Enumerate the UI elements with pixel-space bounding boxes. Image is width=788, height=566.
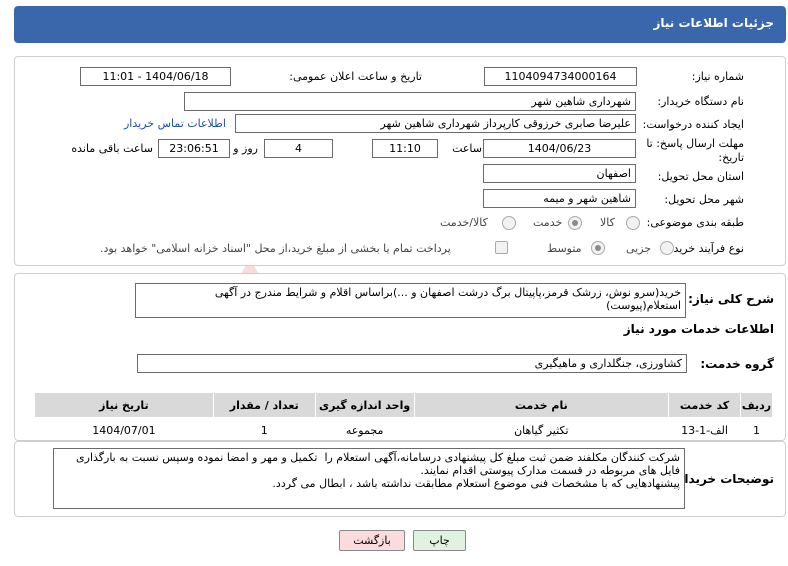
category-service-label: خدمت [533, 216, 563, 229]
requester-field: علیرضا صابری خرزوقی کارپرداز شهرداری شاه… [235, 114, 636, 133]
cell-code: الف-1-13 [668, 417, 741, 443]
cell-index: 1 [740, 417, 773, 443]
remaining-days-label: روز و [233, 142, 258, 155]
page-header: جزئیات اطلاعات نیاز [14, 6, 786, 43]
process-label: نوع فرآیند خرید : [666, 242, 744, 255]
deadline-time-field: 11:10 [372, 139, 438, 158]
province-field: اصفهان [483, 164, 636, 183]
page-title: جزئیات اطلاعات نیاز [653, 16, 774, 30]
col-header-qty: تعداد / مقدار [212, 392, 316, 418]
print-button[interactable]: چاپ [413, 530, 466, 551]
cell-date: 1404/07/01 [34, 417, 214, 443]
back-button[interactable]: بازگشت [339, 530, 405, 551]
city-field: شاهین شهر و میمه [483, 189, 636, 208]
service-group-field: کشاورزی، جنگلداری و ماهیگیری [137, 354, 687, 373]
announce-datetime-field: 1404/06/18 - 11:01 [80, 67, 231, 86]
category-label: طبقه بندی موضوعی: [646, 216, 744, 229]
deadline-date-field: 1404/06/23 [483, 139, 636, 158]
services-section-title: اطلاعات خدمات مورد نیاز [623, 322, 774, 336]
cell-name: تکثیر گیاهان [414, 417, 669, 443]
deadline-label: مهلت ارسال پاسخ: تا تاریخ: [646, 137, 744, 164]
requester-label: ایجاد کننده درخواست: [642, 118, 744, 131]
buyer-contact-link[interactable]: اطلاعات تماس خریدار [124, 117, 226, 130]
col-header-index: ردیف [740, 392, 773, 418]
treasury-payment-checkbox[interactable] [495, 241, 508, 254]
category-service-radio[interactable] [568, 216, 582, 230]
category-goods-service-label: کالا/خدمت [440, 216, 488, 229]
buyer-notes-label: توضیحات خریدار: [672, 472, 774, 486]
summary-text: خرید(سرو نوش، زرشک قرمز،پاپیتال برگ درشت… [135, 283, 686, 318]
process-medium-radio[interactable] [591, 241, 605, 255]
need-number-field: 1104094734000164 [484, 67, 637, 86]
category-goods-label: کالا [600, 216, 615, 229]
services-table-header: ردیف کد خدمت نام خدمت واحد اندازه گیری ت… [34, 392, 773, 418]
remaining-time-field: 23:06:51 [158, 139, 230, 158]
buyer-notes-text: شرکت کنندگان مکلفند ضمن ثبت مبلغ کل پیشن… [53, 448, 685, 509]
col-header-code: کد خدمت [668, 392, 742, 418]
province-label: استان محل تحویل: [657, 170, 744, 183]
cell-qty: 1 [213, 417, 316, 443]
col-header-name: نام خدمت [413, 392, 670, 418]
table-row: 1 الف-1-13 تکثیر گیاهان مجموعه 1 1404/07… [34, 417, 773, 443]
col-header-unit: واحد اندازه گیری [314, 392, 415, 418]
col-header-date: تاریخ نیاز [34, 392, 214, 418]
process-minor-label: جزیی [626, 242, 652, 255]
remaining-days-field: 4 [264, 139, 333, 158]
need-number-label: شماره نیاز: [691, 70, 744, 83]
summary-label: شرح کلی نیاز: [688, 292, 774, 306]
announce-label: تاریخ و ساعت اعلان عمومی: [289, 70, 422, 83]
process-minor-radio[interactable] [660, 241, 674, 255]
category-goods-radio[interactable] [626, 216, 640, 230]
remaining-time-label: ساعت باقی مانده [71, 142, 153, 155]
city-label: شهر محل تحویل: [664, 193, 744, 206]
services-table: ردیف کد خدمت نام خدمت واحد اندازه گیری ت… [34, 392, 773, 443]
treasury-payment-note: پرداخت تمام یا بخشی از مبلغ خرید،از محل … [100, 242, 451, 255]
buyer-org-label: نام دستگاه خریدار: [657, 95, 744, 108]
deadline-time-label: ساعت [452, 142, 482, 155]
service-group-label: گروه خدمت: [700, 357, 774, 371]
process-medium-label: متوسط [547, 242, 582, 255]
buyer-org-field: شهرداری شاهین شهر [184, 92, 636, 111]
category-goods-service-radio[interactable] [502, 216, 516, 230]
cell-unit: مجموعه [315, 417, 415, 443]
